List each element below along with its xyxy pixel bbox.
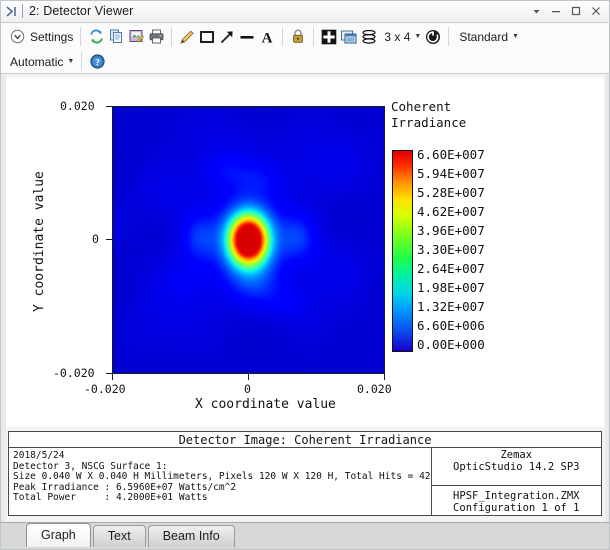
colorbar-title: Coherent Irradiance xyxy=(391,99,466,131)
colorbar-labels: 6.60E+007 5.94E+007 5.28E+007 4.62E+007 … xyxy=(417,145,485,354)
info-product: Zemax OpticStudio 14.2 SP3 xyxy=(431,448,601,486)
xtick-left xyxy=(112,374,113,380)
info-body: 2018/5/24 Detector 3, NSCG Surface 1: Si… xyxy=(9,448,601,515)
detector-viewer-window: 2: Detector Viewer Settings A 3 x 4 ▼ St… xyxy=(0,0,610,550)
y-axis-title: Y coordinate value xyxy=(32,171,47,312)
colorbar-label: 5.94E+007 xyxy=(417,166,485,181)
colorbar-gradient xyxy=(393,151,412,351)
xtick-label-left: -0.020 xyxy=(84,382,126,396)
colorbar-label: 6.60E+006 xyxy=(417,318,485,333)
colorbar-label: 4.62E+007 xyxy=(417,204,485,219)
colorbar xyxy=(392,150,413,352)
xtick-label-mid: 0 xyxy=(244,382,251,396)
ytick-label-bottom: -0.020 xyxy=(53,366,95,380)
colorbar-title-line1: Coherent xyxy=(391,99,452,114)
info-line: Total Power : 4.2000E+01 Watts xyxy=(13,492,208,503)
bottom-tab-strip: Graph Text Beam Info xyxy=(0,522,610,550)
ytick-mid xyxy=(106,239,112,240)
tab-beam-info[interactable]: Beam Info xyxy=(147,525,235,547)
colorbar-label: 6.60E+007 xyxy=(417,147,485,162)
info-file: HPSF_Integration.ZMX Configuration 1 of … xyxy=(432,486,601,515)
colorbar-label: 1.32E+007 xyxy=(417,299,485,314)
info-line: Configuration 1 of 1 xyxy=(453,502,580,514)
colorbar-label: 3.96E+007 xyxy=(417,223,485,238)
info-line: Zemax xyxy=(500,449,533,461)
info-right-column: Zemax OpticStudio 14.2 SP3 HPSF_Integrat… xyxy=(431,448,601,515)
colorbar-label: 5.28E+007 xyxy=(417,185,485,200)
colorbar-label: 0.00E+000 xyxy=(417,337,485,352)
xtick-mid xyxy=(248,374,249,380)
tab-text[interactable]: Text xyxy=(92,525,146,547)
colorbar-label: 2.64E+007 xyxy=(417,261,485,276)
colorbar-title-line2: Irradiance xyxy=(391,115,467,130)
ytick-top xyxy=(106,106,112,107)
xtick-label-right: 0.020 xyxy=(357,382,392,396)
info-line: 2018/5/24 xyxy=(13,450,65,461)
info-header: Detector Image: Coherent Irradiance xyxy=(9,432,601,448)
ytick-label-mid: 0 xyxy=(92,232,99,246)
colorbar-label: 1.98E+007 xyxy=(417,280,485,295)
detector-heatmap[interactable] xyxy=(112,106,385,374)
info-line: OpticStudio 14.2 SP3 xyxy=(453,461,580,473)
x-axis-title: X coordinate value xyxy=(195,397,336,412)
info-left-column: 2018/5/24 Detector 3, NSCG Surface 1: Si… xyxy=(9,448,432,515)
ytick-label-top: 0.020 xyxy=(60,99,95,113)
info-line: HPSF_Integration.ZMX xyxy=(453,490,580,502)
xtick-right xyxy=(384,374,385,380)
info-box: Detector Image: Coherent Irradiance 2018… xyxy=(8,431,602,516)
tab-graph[interactable]: Graph xyxy=(26,523,91,547)
colorbar-label: 3.30E+007 xyxy=(417,242,485,257)
info-line: Size 0.040 W X 0.040 H Millimeters, Pixe… xyxy=(13,471,431,482)
